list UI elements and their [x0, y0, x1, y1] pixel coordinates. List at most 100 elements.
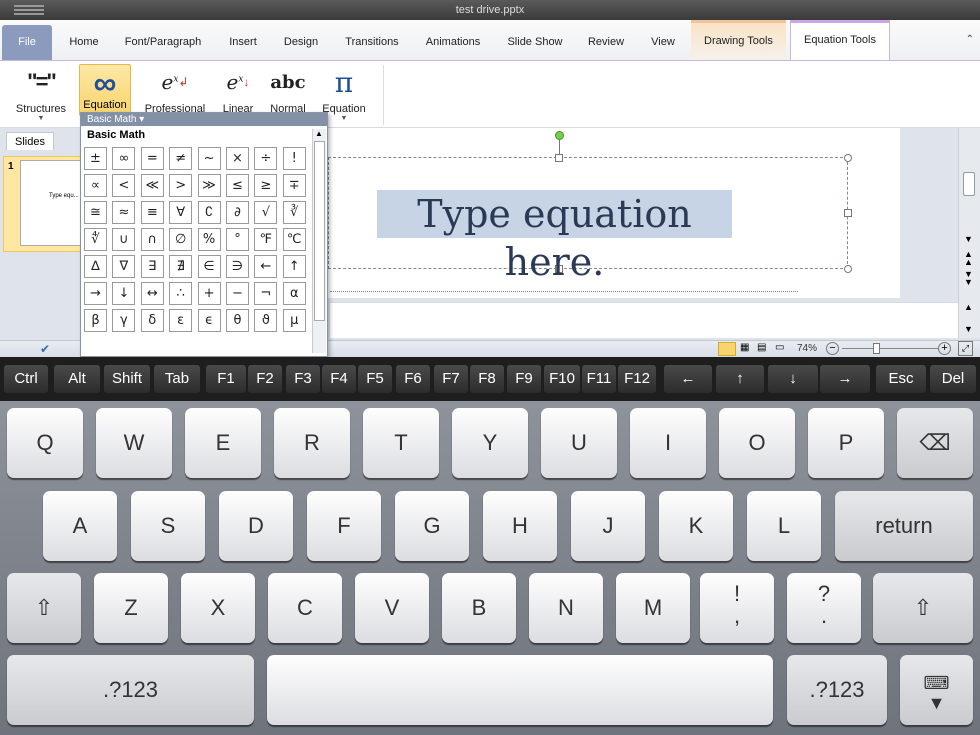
key-right-arrow[interactable]: → — [820, 365, 870, 393]
symbol-button[interactable]: ° — [225, 228, 249, 251]
key-m[interactable]: M — [616, 573, 690, 643]
key-k[interactable]: K — [659, 491, 733, 561]
key-g[interactable]: G — [395, 491, 469, 561]
resize-handle[interactable] — [844, 209, 852, 217]
tab-animations[interactable]: Animations — [420, 24, 486, 60]
key-h[interactable]: H — [483, 491, 557, 561]
symbol-button[interactable]: ∅ — [169, 228, 193, 251]
symbol-button[interactable]: ← — [254, 255, 278, 278]
key-d[interactable]: D — [219, 491, 293, 561]
symbol-button[interactable]: ↔ — [140, 282, 164, 305]
next-slide-icon[interactable]: ▼ ▼ — [964, 270, 973, 287]
symbol-button[interactable]: ε — [169, 309, 193, 332]
zoom-out-icon[interactable]: − — [826, 342, 839, 355]
resize-handle[interactable] — [555, 154, 563, 162]
key-e[interactable]: E — [185, 408, 261, 478]
symbol-button[interactable]: ÷ — [254, 147, 278, 170]
symbol-button[interactable]: ∁ — [197, 201, 221, 224]
symbol-button[interactable]: ∓ — [282, 174, 306, 197]
key-x[interactable]: X — [181, 573, 255, 643]
key-left-arrow[interactable]: ← — [664, 365, 712, 393]
symbol-button[interactable]: ∄ — [169, 255, 193, 278]
tab-home[interactable]: Home — [62, 24, 106, 60]
key-o[interactable]: O — [719, 408, 795, 478]
gallery-category-dropdown[interactable]: Basic Math ▾ — [81, 113, 327, 126]
symbol-button[interactable]: ∂ — [225, 201, 249, 224]
symbol-button[interactable]: % — [197, 228, 221, 251]
symbol-button[interactable]: ≡ — [140, 201, 164, 224]
symbol-button[interactable]: ∈ — [197, 255, 221, 278]
symbol-button[interactable]: ∋ — [225, 255, 249, 278]
scroll-down-icon[interactable]: ▼ — [964, 324, 973, 334]
symbol-button[interactable]: − — [225, 282, 249, 305]
key-del[interactable]: Del — [930, 365, 976, 393]
symbol-button[interactable]: ℃ — [282, 228, 306, 251]
resize-handle[interactable] — [844, 265, 852, 273]
symbol-button[interactable]: ∜ — [84, 228, 107, 251]
tab-font-paragraph[interactable]: Font/Paragraph — [118, 24, 208, 60]
notes-pane[interactable] — [330, 302, 960, 338]
reading-view-icon[interactable]: ▤ — [757, 342, 766, 353]
key-u[interactable]: U — [541, 408, 617, 478]
key-w[interactable]: W — [96, 408, 172, 478]
key-alt[interactable]: Alt — [54, 365, 100, 393]
equation-text[interactable]: Type equation here. — [377, 190, 732, 284]
symbol-button[interactable]: ∝ — [84, 174, 107, 197]
symbol-button[interactable]: ∛ — [282, 201, 306, 224]
key-f6[interactable]: F6 — [396, 365, 430, 393]
symbol-button[interactable]: ∩ — [140, 228, 164, 251]
key-f5[interactable]: F5 — [358, 365, 392, 393]
symbol-button[interactable]: ↓ — [112, 282, 136, 305]
key-i[interactable]: I — [630, 408, 706, 478]
symbol-button[interactable]: ! — [282, 147, 306, 170]
symbol-button[interactable]: ∞ — [112, 147, 136, 170]
symbol-button[interactable]: ∆ — [84, 255, 107, 278]
key-f4[interactable]: F4 — [322, 365, 356, 393]
symbol-button[interactable]: × — [225, 147, 249, 170]
slide-thumbnail[interactable]: Type equ... — [20, 160, 82, 246]
key-f9[interactable]: F9 — [507, 365, 541, 393]
key-v[interactable]: V — [355, 573, 429, 643]
key-a[interactable]: A — [43, 491, 117, 561]
key-f8[interactable]: F8 — [470, 365, 504, 393]
tab-drawing-tools[interactable]: Drawing Tools — [691, 20, 786, 60]
space-bar[interactable] — [267, 655, 773, 725]
number-key-left[interactable]: .?123 — [7, 655, 254, 725]
symbol-button[interactable]: > — [169, 174, 193, 197]
key-f2[interactable]: F2 — [248, 365, 282, 393]
symbol-button[interactable]: ≈ — [112, 201, 136, 224]
structures-button[interactable]: "=" Structures ▼ — [10, 61, 72, 127]
prev-slide-icon[interactable]: ▲ ▲ — [964, 250, 973, 267]
shift-key-left[interactable]: ⇧ — [7, 573, 81, 643]
key-f7[interactable]: F7 — [434, 365, 468, 393]
tab-slides[interactable]: Slides — [6, 132, 54, 150]
tab-review[interactable]: Review — [583, 24, 629, 60]
tab-transitions[interactable]: Transitions — [338, 24, 406, 60]
symbol-button[interactable]: ϵ — [197, 309, 221, 332]
symbol-button[interactable]: ∇ — [112, 255, 136, 278]
key-ctrl[interactable]: Ctrl — [4, 365, 48, 393]
symbol-button[interactable]: < — [112, 174, 136, 197]
key-tab[interactable]: Tab — [154, 365, 200, 393]
spellcheck-icon[interactable]: ✔ — [40, 342, 50, 356]
symbol-button[interactable]: θ — [225, 309, 249, 332]
symbol-button[interactable]: μ — [282, 309, 306, 332]
tab-view[interactable]: View — [646, 24, 680, 60]
key-s[interactable]: S — [131, 491, 205, 561]
key-n[interactable]: N — [529, 573, 603, 643]
scrollbar-thumb[interactable] — [314, 141, 325, 321]
key-f10[interactable]: F10 — [544, 365, 580, 393]
symbol-button[interactable]: δ — [140, 309, 164, 332]
symbol-button[interactable]: ¬ — [254, 282, 278, 305]
symbol-button[interactable]: ∀ — [169, 201, 193, 224]
key-f11[interactable]: F11 — [582, 365, 616, 393]
shift-key-right[interactable]: ⇧ — [873, 573, 973, 643]
tab-design[interactable]: Design — [278, 24, 324, 60]
symbol-button[interactable]: ℉ — [254, 228, 278, 251]
symbol-button[interactable]: ≠ — [169, 147, 193, 170]
symbol-button[interactable]: √ — [254, 201, 278, 224]
symbol-button[interactable]: ± — [84, 147, 107, 170]
symbol-button[interactable]: ≤ — [225, 174, 249, 197]
key-esc[interactable]: Esc — [876, 365, 926, 393]
fit-to-window-icon[interactable]: ⤢ — [958, 341, 973, 356]
